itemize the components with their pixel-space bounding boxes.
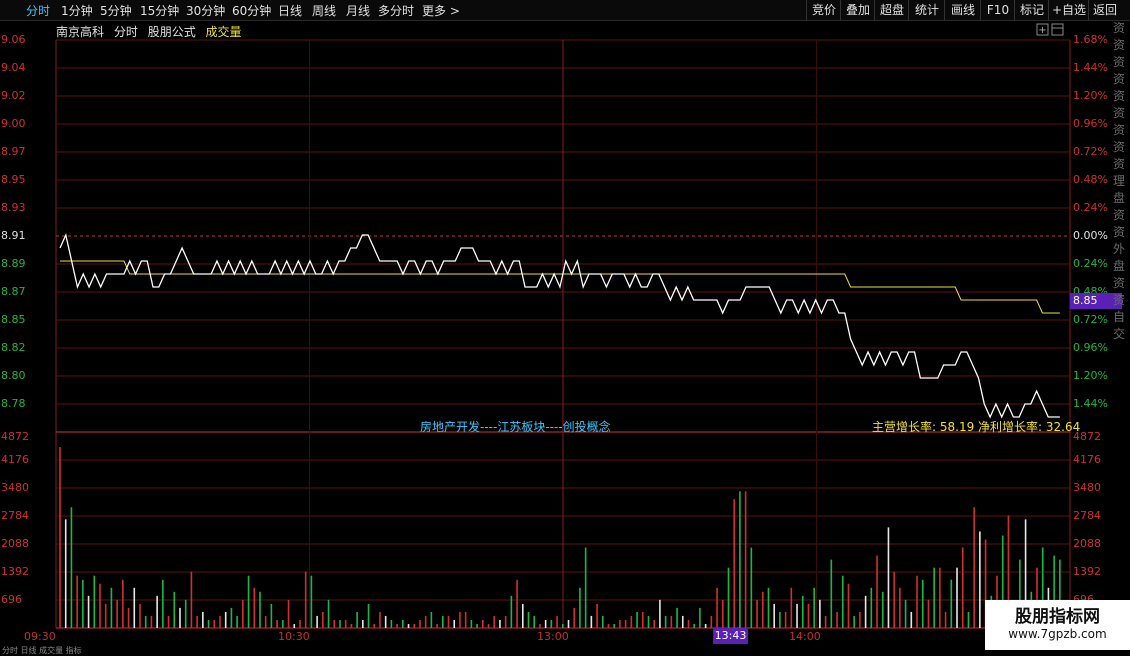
volume-tick-label: 2088 bbox=[1, 537, 29, 550]
percent-tick-label: 0.96% bbox=[1073, 117, 1108, 130]
zoom-in-icon[interactable]: + bbox=[1036, 23, 1049, 36]
bottom-tabs-text: 分时 日线 成交量 指标 bbox=[2, 646, 82, 655]
price-tick-label: 8.91 bbox=[1, 229, 26, 242]
percent-tick-label: 1.20% bbox=[1073, 89, 1108, 102]
concept-text: 房地产开发----江苏板块----创投概念 bbox=[420, 420, 611, 434]
intraday-chart[interactable]: + bbox=[0, 0, 1130, 650]
volume-tick-label-right: 4176 bbox=[1073, 453, 1101, 466]
percent-tick-label: 0.72% bbox=[1073, 313, 1108, 326]
percent-tick-label: 1.20% bbox=[1073, 369, 1108, 382]
price-tick-label: 8.95 bbox=[1, 173, 26, 186]
price-tick-label: 8.87 bbox=[1, 285, 26, 298]
percent-tick-label: 0.96% bbox=[1073, 341, 1108, 354]
price-tick-label: 8.97 bbox=[1, 145, 26, 158]
svg-text:+: + bbox=[1038, 25, 1046, 36]
volume-tick-label: 4176 bbox=[1, 453, 29, 466]
time-cursor-badge: 13:43 bbox=[713, 628, 748, 644]
price-tick-label: 9.06 bbox=[1, 33, 26, 46]
watermark-title: 股朋指标网 bbox=[1015, 607, 1100, 627]
volume-tick-label-right: 3480 bbox=[1073, 481, 1101, 494]
price-tick-label: 8.82 bbox=[1, 341, 26, 354]
watermark: 股朋指标网 www.7gpzb.com bbox=[985, 600, 1130, 650]
percent-tick-label: 0.72% bbox=[1073, 145, 1108, 158]
price-tick-label: 8.85 bbox=[1, 313, 26, 326]
price-line bbox=[59, 232, 1060, 419]
price-tick-label: 8.80 bbox=[1, 369, 26, 382]
volume-tick-label: 4872 bbox=[1, 430, 29, 443]
percent-tick-label: 0.00% bbox=[1073, 229, 1108, 242]
volume-tick-label: 696 bbox=[1, 593, 22, 606]
side-info-stripe[interactable]: 资资资资资资资资资理盘资资外盘资资自交 bbox=[1113, 20, 1130, 440]
time-label-1400: 14:00 bbox=[789, 630, 821, 643]
price-tick-label: 9.00 bbox=[1, 117, 26, 130]
price-tick-label: 8.89 bbox=[1, 257, 26, 270]
volume-tick-label: 2784 bbox=[1, 509, 29, 522]
volume-tick-label: 1392 bbox=[1, 565, 29, 578]
volume-tick-label-right: 1392 bbox=[1073, 565, 1101, 578]
price-tick-label: 8.93 bbox=[1, 201, 26, 214]
volume-tick-label-right: 2088 bbox=[1073, 537, 1101, 550]
time-label-0930: 09:30 bbox=[24, 630, 56, 643]
percent-tick-label: 0.24% bbox=[1073, 257, 1108, 270]
growth-rate-text: 主营增长率: 58.19 净利增长率: 32.64 bbox=[872, 420, 1081, 434]
time-label-1300: 13:00 bbox=[537, 630, 569, 643]
percent-tick-label: 1.44% bbox=[1073, 397, 1108, 410]
volume-tick-label-right: 2784 bbox=[1073, 509, 1101, 522]
price-tick-label: 8.78 bbox=[1, 397, 26, 410]
volume-tick-label: 3480 bbox=[1, 481, 29, 494]
percent-tick-label: 1.68% bbox=[1073, 33, 1108, 46]
window-icon[interactable] bbox=[1051, 23, 1064, 36]
percent-tick-label: 1.44% bbox=[1073, 61, 1108, 74]
percent-tick-label: 0.48% bbox=[1073, 173, 1108, 186]
price-tick-label: 9.04 bbox=[1, 61, 26, 74]
percent-tick-label: 0.24% bbox=[1073, 201, 1108, 214]
time-label-1030: 10:30 bbox=[278, 630, 310, 643]
price-tick-label: 9.02 bbox=[1, 89, 26, 102]
watermark-url: www.7gpzb.com bbox=[1008, 627, 1107, 641]
